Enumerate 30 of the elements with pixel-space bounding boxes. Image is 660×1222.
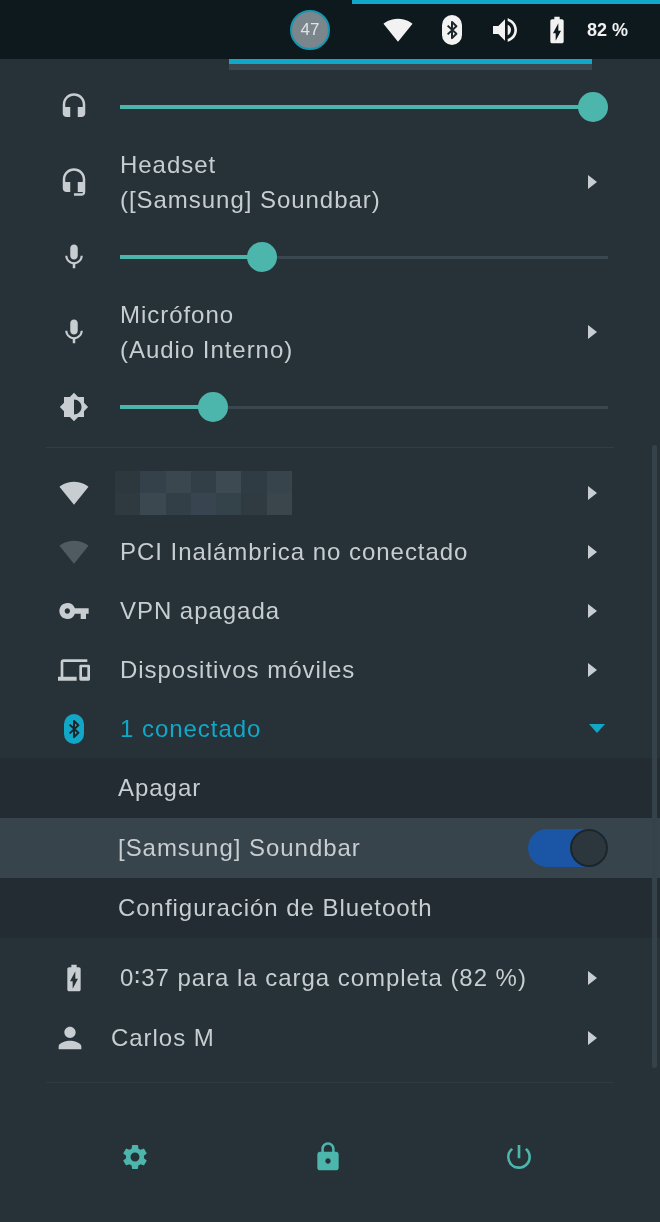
submenu-arrow-icon [588, 544, 597, 559]
submenu-arrow-icon [588, 971, 597, 985]
submenu-arrow-icon [588, 1031, 597, 1045]
menu-item[interactable]: Carlos M [0, 1008, 660, 1068]
submenu-arrow-icon [588, 662, 597, 677]
menu-item[interactable]: PCI Inalámbrica no conectado [0, 522, 660, 581]
slider-thumb[interactable] [578, 92, 609, 122]
brightness-icon [59, 392, 89, 422]
submenu-arrow-icon [588, 485, 597, 500]
menu-item[interactable]: 1 conectado [0, 699, 660, 758]
battery-percentage: 82 % [587, 18, 629, 42]
slider[interactable] [120, 242, 608, 272]
menu-item[interactable]: Dispositivos móviles [0, 640, 660, 699]
menu-item[interactable]: Headset ([Samsung] Soundbar) [0, 132, 660, 232]
submenu-arrow-icon [588, 603, 597, 618]
bluetooth-icon [64, 713, 84, 744]
slider[interactable] [120, 392, 608, 422]
bluetooth-icon[interactable] [442, 15, 462, 45]
menu-item[interactable]: VPN apagada [0, 581, 660, 640]
slider[interactable] [120, 92, 608, 122]
slider-thumb[interactable] [246, 242, 277, 272]
settings-icon [120, 1142, 150, 1172]
menu-item[interactable]: Micrófono (Audio Interno) [0, 282, 660, 382]
submenu-arrow-icon [588, 325, 597, 339]
toggle-switch[interactable] [528, 829, 608, 867]
submenu-arrow-icon [588, 175, 597, 189]
scrollbar-thumb[interactable] [652, 445, 657, 1068]
menu-item[interactable]: 0∶37 para la carga completa (82 %) [0, 948, 660, 1008]
menu-item[interactable]: [Samsung] Soundbar [0, 818, 660, 878]
slider-thumb[interactable] [197, 392, 228, 422]
